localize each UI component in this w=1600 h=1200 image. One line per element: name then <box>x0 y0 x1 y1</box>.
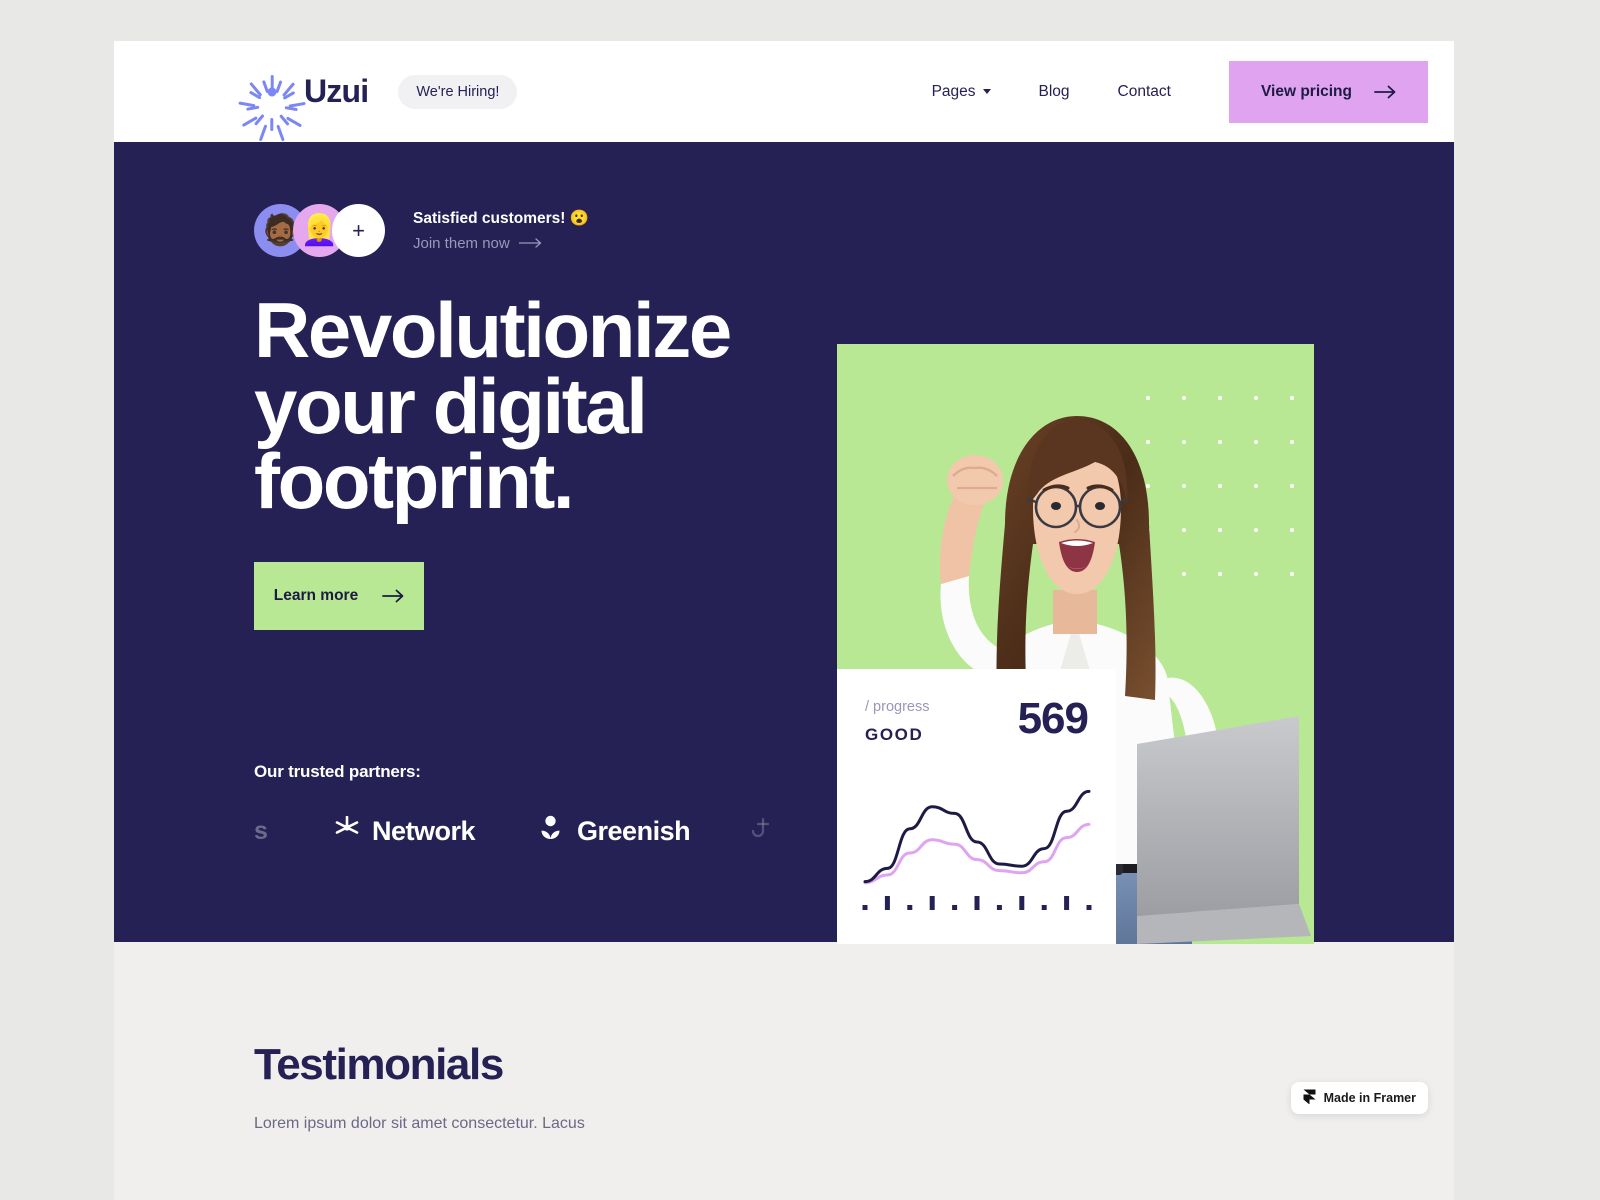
chart-line-primary <box>863 789 1091 884</box>
chevron-down-icon <box>982 89 991 94</box>
nav-label-contact: Contact <box>1117 82 1171 100</box>
nav-item-contact[interactable]: Contact <box>1094 83 1195 101</box>
learn-more-label: Learn more <box>273 586 359 604</box>
chart-axis-tick <box>929 896 935 910</box>
satisfied-customers-label: Satisfied customers! 😮 <box>413 210 590 227</box>
main-navigation: Pages Blog Contact View pricing <box>908 60 1428 123</box>
testimonials-title: Testimonials <box>254 1040 504 1089</box>
view-pricing-label: View pricing <box>1260 82 1352 100</box>
headline-line-1: Revolutionize <box>254 286 732 374</box>
nav-item-pages[interactable]: Pages <box>908 83 1015 101</box>
hero-image-panel: / progress GOOD 569 <box>837 344 1314 944</box>
partner-logo-network: Network <box>334 815 476 847</box>
progress-line-chart <box>862 789 1092 910</box>
chart-axis-tick <box>996 905 1002 910</box>
chart-axis-tick <box>862 905 868 910</box>
headline-highlight-word: digital <box>432 361 649 450</box>
partner-name-partial: s <box>254 816 268 845</box>
progress-label: / progress <box>865 699 930 715</box>
hero-headline: Revolutionize your digital footprint. <box>254 286 854 526</box>
partner-name-network: Network <box>372 815 476 846</box>
testimonials-section: Testimonials Lorem ipsum dolor sit amet … <box>114 942 1454 1200</box>
brand-name: Uzui <box>304 73 369 109</box>
testimonials-subtitle: Lorem ipsum dolor sit amet consectetur. … <box>254 1115 585 1132</box>
join-them-now-link[interactable]: Join them now <box>413 235 589 252</box>
status-badge: GOOD <box>865 725 924 744</box>
stat-card-header: / progress GOOD 569 <box>865 694 1089 745</box>
nav-item-blog[interactable]: Blog <box>1015 83 1094 101</box>
hero-content: 🧔🏾 👱‍♀️ + Satisfied customers! 😮 Join th… <box>254 142 854 630</box>
chart-axis-tick <box>1019 896 1025 910</box>
site-header: Uzui We're Hiring! Pages Blog Contact Vi… <box>114 41 1454 142</box>
progress-stat-card: / progress GOOD 569 <box>837 669 1116 944</box>
partner-logo-greenish: Greenish <box>537 815 691 848</box>
made-in-framer-badge[interactable]: Made in Framer <box>1290 1082 1428 1114</box>
chart-axis-tick <box>884 896 890 910</box>
arrow-right-icon <box>518 235 543 252</box>
partner-logo-partial-right <box>750 816 776 847</box>
join-them-now-label: Join them now <box>413 235 510 252</box>
view-pricing-button[interactable]: View pricing <box>1228 60 1428 123</box>
hiring-badge[interactable]: We're Hiring! <box>398 74 518 109</box>
chart-axis-tick <box>1086 905 1092 910</box>
partner-logo-partial-left: s <box>254 817 276 846</box>
headline-line-2: your digital <box>254 361 854 450</box>
stat-card-labels: / progress GOOD <box>865 699 929 745</box>
nav-label-pages: Pages <box>931 82 976 100</box>
progress-value: 569 <box>1017 694 1089 743</box>
social-proof-text: Satisfied customers! 😮 Join them now <box>401 209 589 252</box>
starburst-icon <box>238 74 306 141</box>
hero-section: 🧔🏾 👱‍♀️ + Satisfied customers! 😮 Join th… <box>114 142 1454 944</box>
social-proof: 🧔🏾 👱‍♀️ + Satisfied customers! 😮 Join th… <box>254 142 854 257</box>
headline-line-3: footprint. <box>254 437 575 526</box>
avatar-group: 🧔🏾 👱‍♀️ + <box>254 204 385 257</box>
website-canvas: Uzui We're Hiring! Pages Blog Contact Vi… <box>114 41 1454 1200</box>
partners-label: Our trusted partners: <box>254 762 421 781</box>
chart-axis-tick <box>1041 905 1047 910</box>
chart-axis-tick <box>1064 896 1070 910</box>
arrow-right-icon <box>1374 85 1396 99</box>
chart-axis-tick <box>952 905 958 910</box>
chart-axis-tick <box>974 896 980 910</box>
add-avatar-button[interactable]: + <box>332 204 385 257</box>
arrow-right-icon <box>382 589 404 603</box>
framer-logo-icon <box>1303 1089 1316 1107</box>
chart-axis-tick <box>907 905 913 910</box>
leaf-person-icon <box>537 815 565 848</box>
made-in-framer-label: Made in Framer <box>1323 1091 1416 1105</box>
nav-label-blog: Blog <box>1038 82 1070 100</box>
partners-section: Our trusted partners: s Network Greenish <box>254 762 874 854</box>
star-burst-icon <box>334 815 360 847</box>
partner-logo-marquee: s Network Greenish <box>254 808 874 854</box>
learn-more-button[interactable]: Learn more <box>254 561 424 630</box>
brand-logo[interactable]: Uzui <box>238 73 369 141</box>
partner-name-greenish: Greenish <box>577 815 691 846</box>
